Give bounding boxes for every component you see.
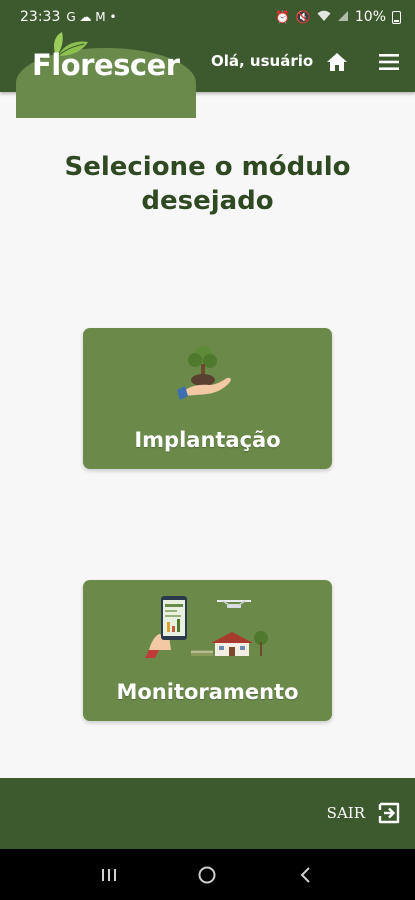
logo-text: Florescer — [32, 48, 180, 82]
logout-button[interactable]: SAIR — [327, 801, 401, 825]
wifi-icon — [317, 10, 331, 24]
logo: Florescer — [0, 32, 200, 118]
home-circle-icon — [198, 866, 216, 883]
alarm-icon: ⏰ — [274, 10, 290, 24]
page-title: Selecione o módulo desejado — [64, 152, 351, 216]
module-card-monitoramento[interactable]: Monitoramento — [83, 580, 332, 721]
status-notification-icons: G ☁ M • — [66, 10, 117, 24]
menu-icon — [379, 54, 399, 70]
module-card-implantacao[interactable]: Implantação — [83, 328, 332, 469]
recent-apps-icon — [102, 868, 117, 881]
module-label-monitoramento: Monitoramento — [116, 680, 299, 704]
android-nav-bar — [0, 849, 415, 900]
mute-icon: 🔇 — [295, 10, 311, 24]
module-label-implantacao: Implantação — [134, 428, 281, 452]
back-button[interactable] — [291, 860, 321, 890]
status-right: ⏰ 🔇 10% — [275, 9, 401, 25]
back-chevron-icon — [300, 866, 310, 883]
footer-bar: SAIR — [0, 778, 415, 849]
status-left: 23:33 G ☁ M • — [20, 9, 117, 25]
home-nav-button[interactable] — [192, 860, 222, 890]
app-header: Florescer Olá, usuário — [0, 32, 415, 118]
exit-icon — [378, 802, 400, 824]
logout-label: SAIR — [326, 804, 365, 822]
recent-apps-button[interactable] — [94, 860, 124, 890]
home-button[interactable] — [325, 50, 349, 74]
user-greeting: Olá, usuário — [211, 52, 314, 70]
phone-drone-farm-icon — [145, 596, 268, 658]
signal-icon — [337, 10, 349, 24]
status-time: 23:33 — [20, 9, 61, 25]
status-bar: 23:33 G ☁ M • ⏰ 🔇 10% — [0, 0, 415, 34]
battery-percent: 10% — [354, 9, 386, 25]
hand-with-tree-icon — [177, 346, 231, 400]
battery-icon — [392, 10, 401, 24]
home-icon — [327, 53, 347, 71]
menu-button[interactable] — [378, 52, 400, 72]
